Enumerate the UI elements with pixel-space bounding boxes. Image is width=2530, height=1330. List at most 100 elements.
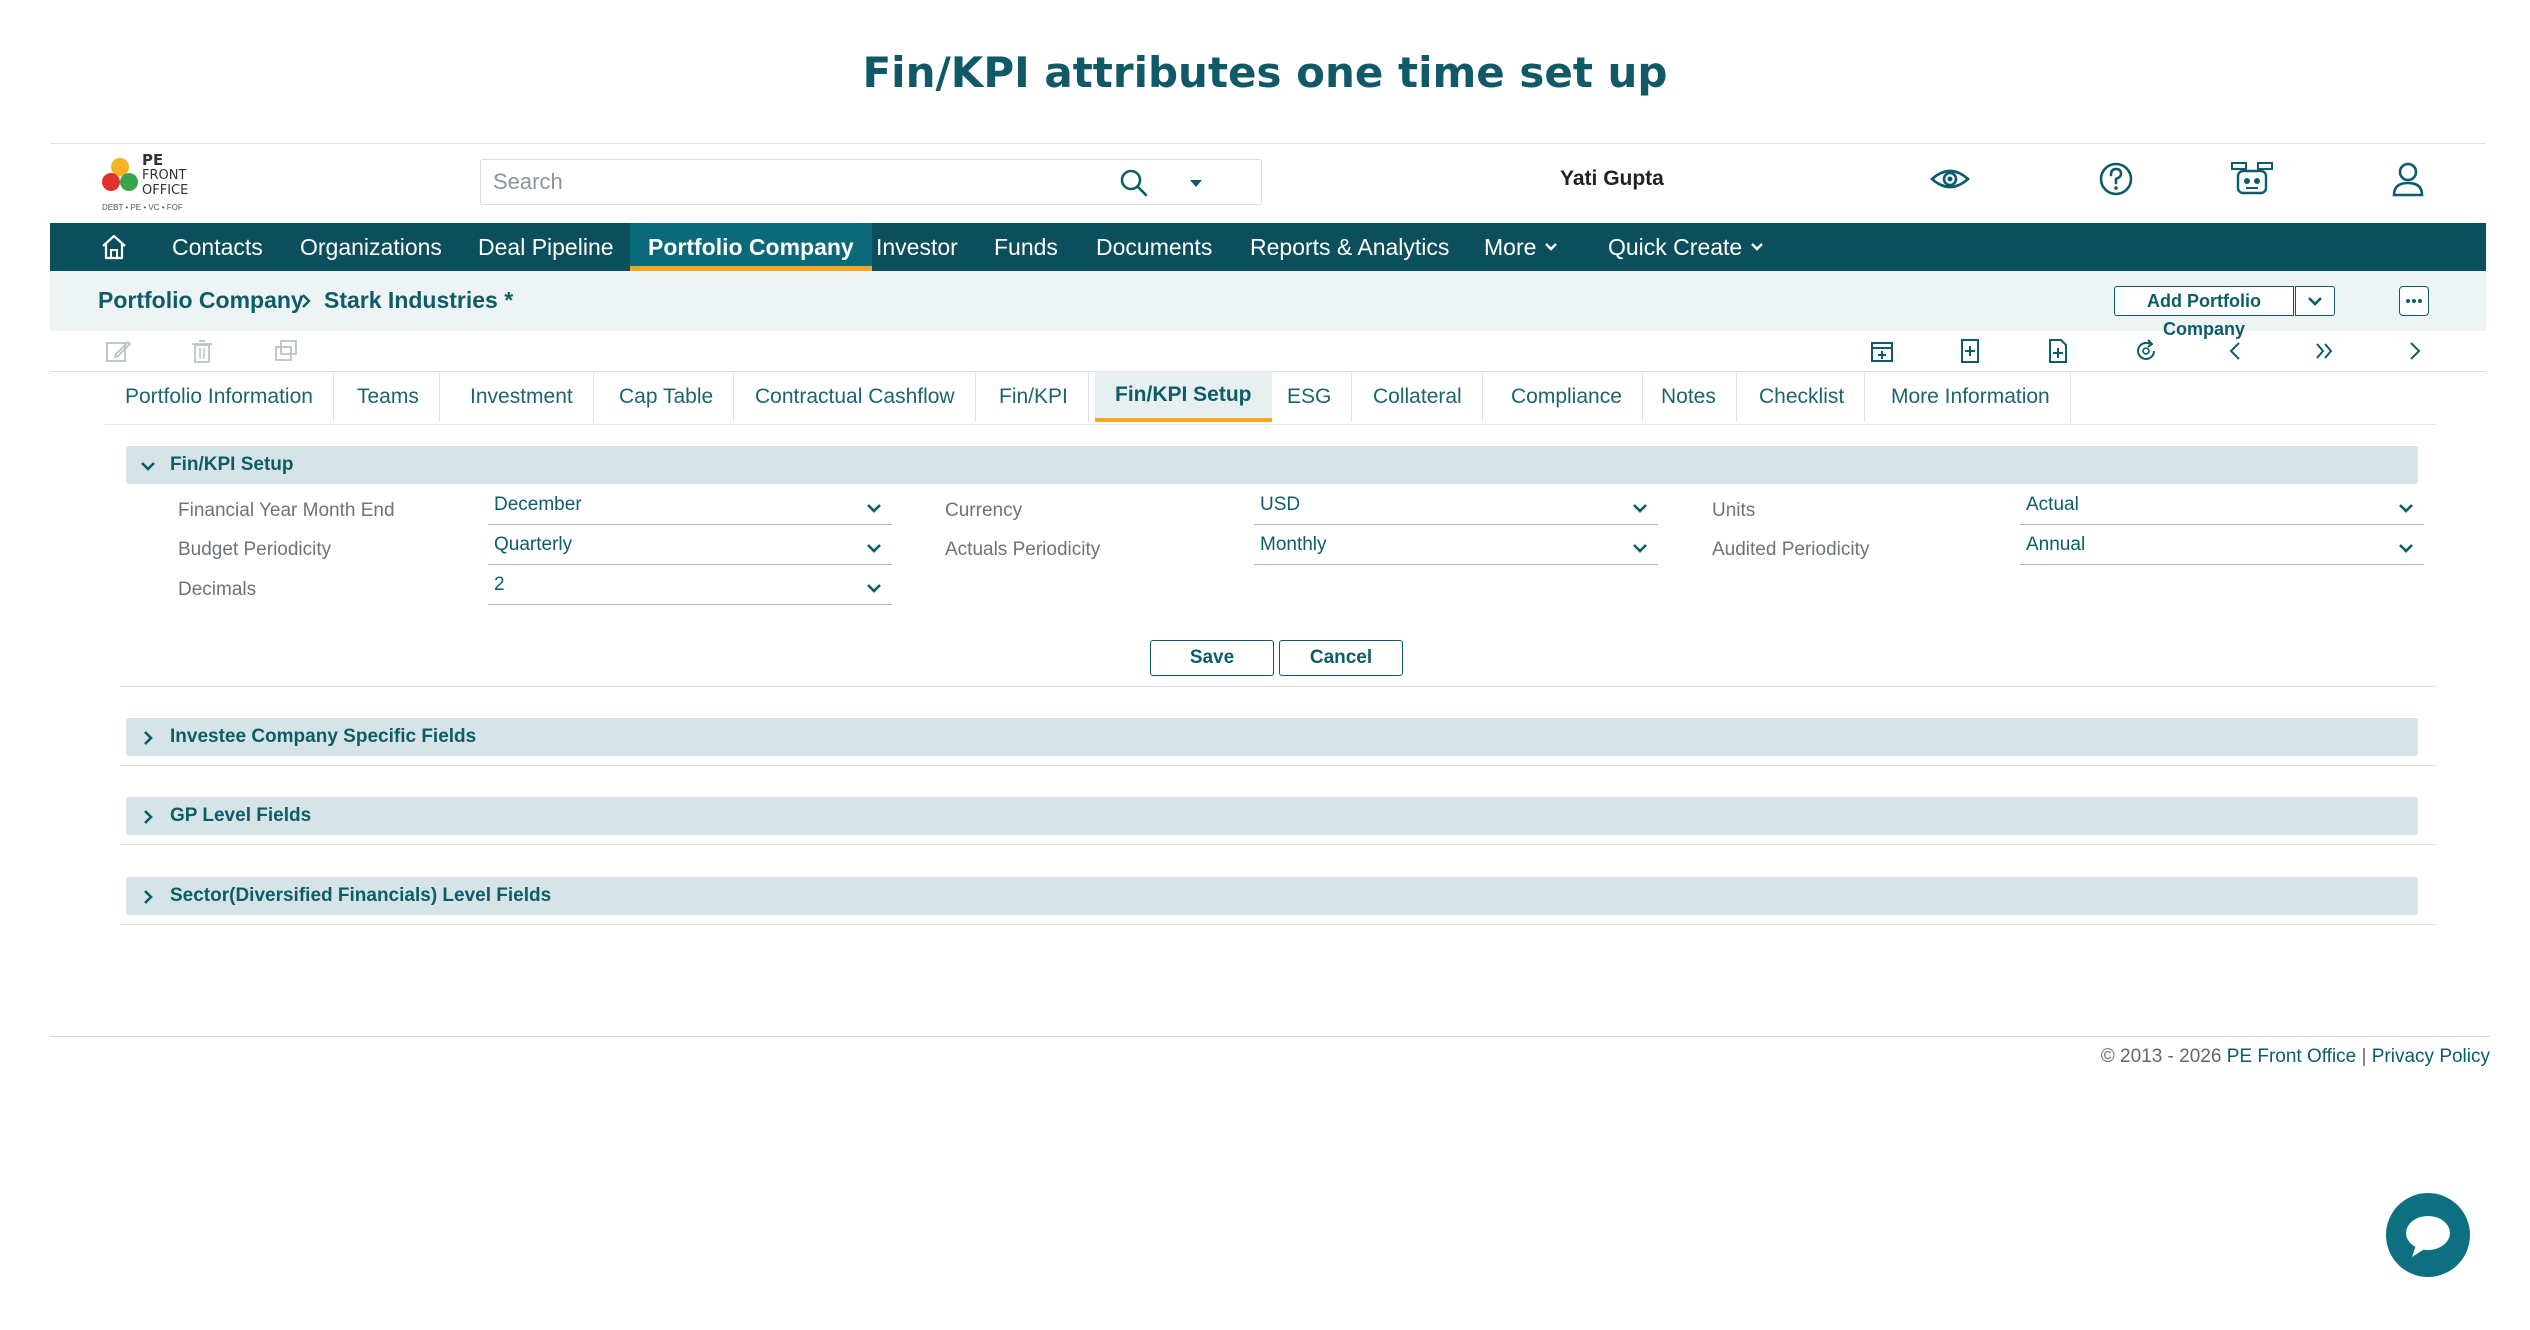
section-gp-level-fields[interactable]: GP Level Fields xyxy=(126,797,2418,835)
nav-item-more[interactable]: More xyxy=(1466,223,1578,271)
tab-fin-kpi[interactable]: Fin/KPI xyxy=(979,372,1089,422)
chevron-right-icon xyxy=(144,731,153,745)
section-divider xyxy=(120,844,2436,845)
section-fin-kpi-setup-header[interactable]: Fin/KPI Setup xyxy=(126,446,2418,484)
app-header: PE FRONT OFFICE DEBT • PE • VC • FOF Yat… xyxy=(50,145,2486,223)
tab-cap-table[interactable]: Cap Table xyxy=(599,372,735,422)
nav-quick-create-label: Quick Create xyxy=(1608,234,1743,260)
section-sector-level-fields[interactable]: Sector(Diversified Financials) Level Fie… xyxy=(126,877,2418,915)
units-select[interactable]: Actual xyxy=(2020,490,2424,525)
chevron-down-icon xyxy=(1751,243,1764,251)
nav-item-funds[interactable]: Funds xyxy=(976,223,1076,271)
tab-teams[interactable]: Teams xyxy=(337,372,440,422)
chevron-right-icon xyxy=(144,810,153,824)
breadcrumb-root[interactable]: Portfolio Company xyxy=(98,287,304,314)
section-title: Fin/KPI Setup xyxy=(170,454,294,475)
nav-item-portfolio-company[interactable]: Portfolio Company xyxy=(630,223,872,271)
decimals-select[interactable]: 2 xyxy=(488,570,892,605)
search-input[interactable] xyxy=(491,162,1095,202)
tab-portfolio-information[interactable]: Portfolio Information xyxy=(105,372,334,422)
nav-item-reports-analytics[interactable]: Reports & Analytics xyxy=(1232,223,1467,271)
more-actions-button[interactable] xyxy=(2399,286,2429,316)
delete-icon[interactable] xyxy=(188,337,216,365)
top-divider xyxy=(50,143,2486,144)
logo-line-3: OFFICE xyxy=(142,183,189,198)
tab-compliance[interactable]: Compliance xyxy=(1491,372,1643,422)
save-button[interactable]: Save xyxy=(1150,640,1274,676)
footer-copyright: © 2013 - 2026 xyxy=(2100,1046,2222,1067)
tab-investment[interactable]: Investment xyxy=(450,372,594,422)
add-portfolio-company-button[interactable]: Add Portfolio Company xyxy=(2114,286,2294,339)
fast-forward-icon[interactable] xyxy=(2310,337,2338,365)
breadcrumb: Portfolio Company Stark Industries * Add… xyxy=(50,271,2486,339)
tab-contractual-cashflow[interactable]: Contractual Cashflow xyxy=(735,372,976,422)
tab-collateral[interactable]: Collateral xyxy=(1353,372,1483,422)
chevron-right-icon xyxy=(144,890,153,904)
app-logo[interactable]: PE FRONT OFFICE DEBT • PE • VC • FOF xyxy=(100,149,220,215)
previous-icon[interactable] xyxy=(2222,337,2250,365)
breadcrumb-current: Stark Industries * xyxy=(324,287,514,313)
nav-item-investor[interactable]: Investor xyxy=(858,223,976,271)
note-add-icon[interactable] xyxy=(1956,337,1984,365)
eye-icon[interactable] xyxy=(1928,157,1972,201)
nav-item-organizations[interactable]: Organizations xyxy=(282,223,460,271)
financial-year-month-end-select[interactable]: December xyxy=(488,490,892,525)
chat-bubble-icon xyxy=(2406,1216,2450,1257)
home-icon[interactable] xyxy=(100,233,128,261)
page-title: Fin/KPI attributes one time set up xyxy=(862,48,1668,97)
chevron-down-icon xyxy=(1633,504,1647,513)
footer-privacy-link[interactable]: Privacy Policy xyxy=(2372,1046,2490,1067)
select-value: Quarterly xyxy=(494,534,573,555)
setup-divider xyxy=(120,686,2436,687)
currency-select[interactable]: USD xyxy=(1254,490,1658,525)
select-value: Actual xyxy=(2026,494,2079,515)
search-icon[interactable] xyxy=(1119,168,1149,198)
nav-more-label: More xyxy=(1484,234,1537,260)
copy-icon[interactable] xyxy=(272,337,300,365)
tab-fin-kpi-setup[interactable]: Fin/KPI Setup xyxy=(1095,372,1272,422)
logo-line-1: PE xyxy=(142,151,164,169)
footer-brand-link[interactable]: PE Front Office xyxy=(2227,1046,2357,1067)
add-portfolio-company-dropdown[interactable] xyxy=(2295,286,2335,316)
chevron-down-icon xyxy=(2399,504,2413,513)
tab-notes[interactable]: Notes xyxy=(1641,372,1737,422)
tab-more-information[interactable]: More Information xyxy=(1871,372,2071,422)
cancel-button[interactable]: Cancel xyxy=(1279,640,1403,676)
actuals-periodicity-select[interactable]: Monthly xyxy=(1254,530,1658,565)
nav-item-quick-create[interactable]: Quick Create xyxy=(1590,223,1788,271)
refresh-icon[interactable] xyxy=(2132,337,2160,365)
budget-periodicity-select[interactable]: Quarterly xyxy=(488,530,892,565)
user-name: Yati Gupta xyxy=(1560,167,1664,190)
logo-line-2: FRONT xyxy=(142,168,187,183)
footer-divider xyxy=(50,1036,2490,1037)
edit-icon[interactable] xyxy=(104,337,132,365)
chevron-down-icon xyxy=(1633,544,1647,553)
nav-item-contacts[interactable]: Contacts xyxy=(154,223,281,271)
chevron-down-icon xyxy=(2399,544,2413,553)
section-title: Sector(Diversified Financials) Level Fie… xyxy=(170,885,552,906)
select-value: Monthly xyxy=(1260,534,1327,555)
select-value: 2 xyxy=(494,574,505,595)
chevron-down-icon xyxy=(2308,297,2322,306)
nav-item-deal-pipeline[interactable]: Deal Pipeline xyxy=(460,223,632,271)
search-filter-dropdown-icon[interactable] xyxy=(1181,168,1211,198)
tab-esg[interactable]: ESG xyxy=(1267,372,1353,422)
user-icon[interactable] xyxy=(2386,157,2430,201)
tab-checklist[interactable]: Checklist xyxy=(1739,372,1866,422)
robot-icon[interactable] xyxy=(2228,157,2276,201)
section-divider xyxy=(120,765,2436,766)
logo-tagline: DEBT • PE • VC • FOF xyxy=(102,203,183,212)
chat-button[interactable] xyxy=(2386,1193,2470,1277)
record-tabs: Portfolio Information Teams Investment C… xyxy=(105,372,2435,425)
field-label-actuals-periodicity: Actuals Periodicity xyxy=(945,539,1101,560)
nav-item-documents[interactable]: Documents xyxy=(1078,223,1230,271)
section-investee-company-specific-fields[interactable]: Investee Company Specific Fields xyxy=(126,718,2418,756)
audited-periodicity-select[interactable]: Annual xyxy=(2020,530,2424,565)
section-divider xyxy=(120,924,2436,925)
main-nav: Contacts Organizations Deal Pipeline Por… xyxy=(50,223,2486,271)
document-add-icon[interactable] xyxy=(2044,337,2072,365)
next-icon[interactable] xyxy=(2400,337,2428,365)
chevron-down-icon xyxy=(867,584,881,593)
calendar-add-icon[interactable] xyxy=(1868,337,1896,365)
help-icon[interactable] xyxy=(2094,157,2138,201)
